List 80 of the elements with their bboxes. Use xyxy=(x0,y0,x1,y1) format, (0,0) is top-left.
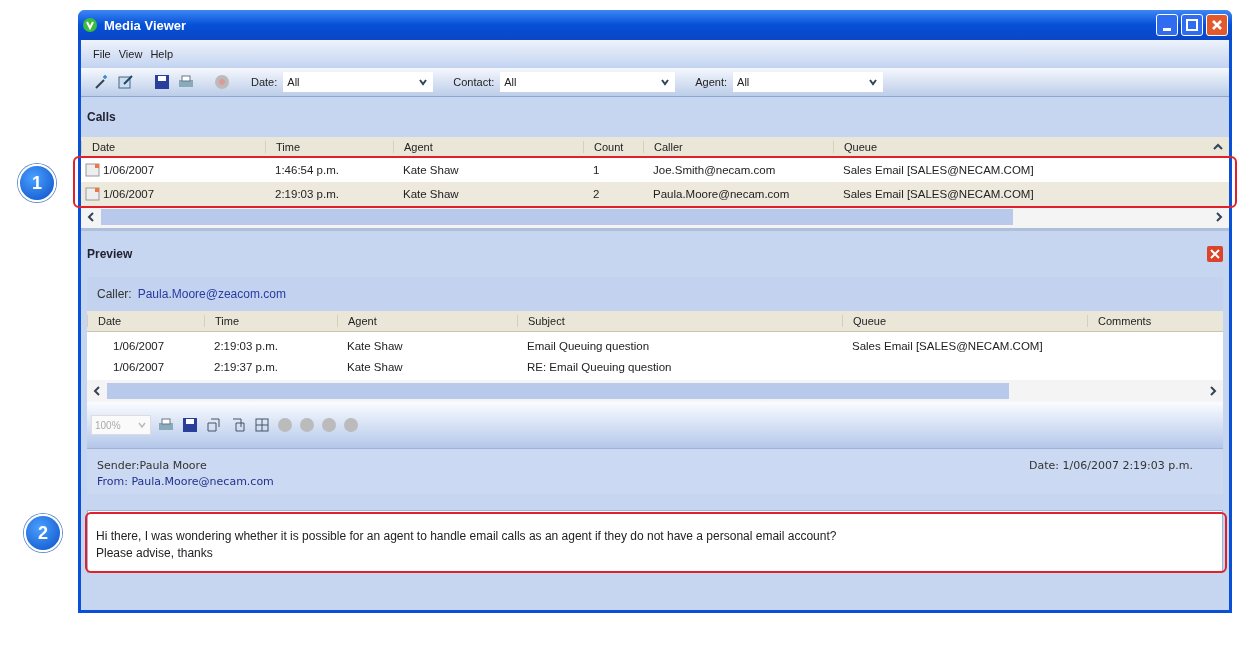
scroll-left-icon[interactable] xyxy=(91,385,103,397)
minimize-button[interactable] xyxy=(1156,14,1178,36)
table-row[interactable]: 1/06/2007 2:19:03 p.m. Kate Shaw 2 Paula.Moore@necam.com Sales Email [SALES@NECAM.COM] xyxy=(81,182,1229,206)
from-text: From: Paula.Moore@necam.com xyxy=(97,475,275,488)
scroll-right-icon[interactable] xyxy=(1213,211,1225,223)
sender-text: Sender:Paula Moore xyxy=(97,459,207,472)
column-header[interactable]: Time xyxy=(204,315,337,327)
filter-label: Contact: xyxy=(453,76,495,88)
table-cell-text: 2 xyxy=(592,188,601,200)
column-header[interactable]: Time xyxy=(265,141,393,153)
chevron-down-icon xyxy=(137,420,147,430)
maximize-icon xyxy=(1186,19,1198,31)
column-header[interactable]: Caller xyxy=(643,141,833,153)
edit-icon[interactable] xyxy=(117,73,135,91)
section-title: Preview xyxy=(87,247,133,261)
filter-label: Agent: xyxy=(695,76,728,88)
app-icon xyxy=(82,17,98,33)
table-cell: 1/06/2007 xyxy=(103,164,155,176)
table-cell-text: Kate Shaw xyxy=(346,339,404,352)
table-cell-text: RE: Email Queuing question xyxy=(526,360,673,373)
document-icon xyxy=(85,187,101,201)
minimize-icon xyxy=(1163,27,1171,31)
close-icon[interactable] xyxy=(1207,246,1223,262)
menu-item[interactable]: Help xyxy=(150,48,173,60)
table-cell-text: Email Queuing question xyxy=(526,339,651,352)
column-header[interactable]: Queue xyxy=(842,315,1087,327)
table-cell-text: Sales Email [SALES@NECAM.COM] xyxy=(851,339,1044,352)
table-row[interactable]: 1/06/2007 2:19:37 p.m. Kate Shaw RE: Email Queuing question xyxy=(87,356,1223,377)
document-icon xyxy=(85,163,101,177)
column-header[interactable]: Queue xyxy=(833,141,1211,153)
column-header[interactable]: Date xyxy=(87,315,204,327)
column-header[interactable]: Date xyxy=(81,141,265,153)
scroll-right-icon[interactable] xyxy=(1207,385,1219,397)
table-cell-text: Joe.Smith@necam.com xyxy=(652,164,777,176)
table-cell: 1/06/2007 xyxy=(103,188,155,200)
date-text: Date: 1/06/2007 2:19:03 p.m. xyxy=(1029,459,1193,472)
menu-item[interactable]: View xyxy=(118,48,143,60)
section-title: Calls xyxy=(87,110,116,124)
grid-icon[interactable] xyxy=(253,416,271,434)
menu-item[interactable]: File xyxy=(93,48,111,60)
message-text: Hi there, I was wondering whether it is possible for an agent to handle email calls as an agent if they do not have a personal email account? xyxy=(96,529,838,543)
scroll-left-icon[interactable] xyxy=(85,211,97,223)
table-row[interactable]: 1/06/2007 2:19:03 p.m. Kate Shaw Email Queuing question Sales Email [SALES@NECAM.COM] xyxy=(87,335,1223,356)
callout-badge: 1 xyxy=(18,164,56,202)
caller-label: Caller: xyxy=(97,287,132,301)
filter-dropdown[interactable]: All xyxy=(500,72,676,92)
table-cell-text: Kate Shaw xyxy=(402,188,460,200)
column-header[interactable]: Agent xyxy=(393,141,583,153)
filter-label: Date: xyxy=(251,76,278,88)
message-text: Please advise, thanks xyxy=(96,546,214,560)
page-icon[interactable] xyxy=(205,416,223,434)
table-cell-text: 2:19:03 p.m. xyxy=(213,339,279,352)
save-icon[interactable] xyxy=(153,73,171,91)
horizontal-scrollbar[interactable] xyxy=(87,380,1223,402)
save-icon[interactable] xyxy=(181,416,199,434)
column-header[interactable]: Comments xyxy=(1087,315,1223,327)
column-header[interactable]: Agent xyxy=(337,315,517,327)
maximize-button[interactable] xyxy=(1181,14,1203,36)
table-cell-text: 1/06/2007 xyxy=(112,339,166,352)
table-row[interactable]: 1/06/2007 1:46:54 p.m. Kate Shaw 1 Joe.Smith@necam.com Sales Email [SALES@NECAM.COM] xyxy=(81,158,1229,182)
horizontal-scrollbar[interactable] xyxy=(81,206,1229,228)
caller-email: Paula.Moore@zeacom.com xyxy=(137,287,286,301)
table-cell-text: 1/06/2007 xyxy=(112,360,166,373)
close-icon xyxy=(1211,19,1223,31)
table-cell-text: 2:19:03 p.m. xyxy=(274,188,340,200)
table-cell-text: Kate Shaw xyxy=(346,360,404,373)
table-cell-text: 1:46:54 p.m. xyxy=(274,164,340,176)
table-cell-text: Paula.Moore@necam.com xyxy=(652,188,791,200)
window-title: Media Viewer xyxy=(104,17,187,33)
callout-badge: 2 xyxy=(24,514,62,552)
table-cell-text: Kate Shaw xyxy=(402,164,460,176)
table-cell-text: Sales Email [SALES@NECAM.COM] xyxy=(842,164,1035,176)
table-cell-text: 2:19:37 p.m. xyxy=(213,360,279,373)
table-cell-text: Sales Email [SALES@NECAM.COM] xyxy=(842,188,1035,200)
column-header[interactable]: Subject xyxy=(517,315,842,327)
filter-dropdown[interactable]: All xyxy=(733,72,884,92)
column-header[interactable]: Count xyxy=(583,141,643,153)
close-button[interactable] xyxy=(1206,14,1228,36)
filter-dropdown[interactable]: All xyxy=(283,72,434,92)
table-cell-text: 1 xyxy=(592,164,601,176)
